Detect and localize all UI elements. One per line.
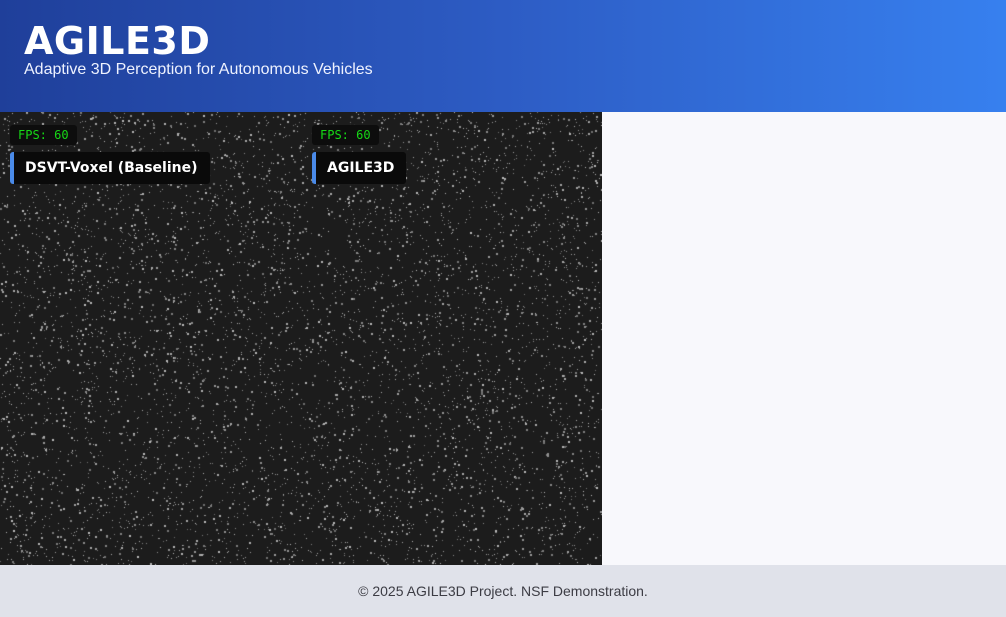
footer-text: © 2025 AGILE3D Project. NSF Demonstratio… [358,583,648,599]
baseline-viewer[interactable]: FPS: 60 DSVT-Voxel (Baseline) [0,112,301,565]
side-panel [602,112,1006,565]
agile3d-fps-counter: FPS: 60 [312,125,379,145]
baseline-fps-counter: FPS: 60 [10,125,77,145]
baseline-model-label: DSVT-Voxel (Baseline) [10,152,210,184]
app-title: AGILE3D [24,19,211,63]
footer: © 2025 AGILE3D Project. NSF Demonstratio… [0,565,1006,617]
point-cloud-viewer-area[interactable]: FPS: 60 DSVT-Voxel (Baseline) FPS: 60 AG… [0,112,602,565]
agile3d-model-label: AGILE3D [312,152,407,184]
app-subtitle: Adaptive 3D Perception for Autonomous Ve… [24,61,373,78]
app-header: AGILE3D Adaptive 3D Perception for Auton… [0,0,1006,112]
agile3d-viewer[interactable]: FPS: 60 AGILE3D [301,112,602,565]
